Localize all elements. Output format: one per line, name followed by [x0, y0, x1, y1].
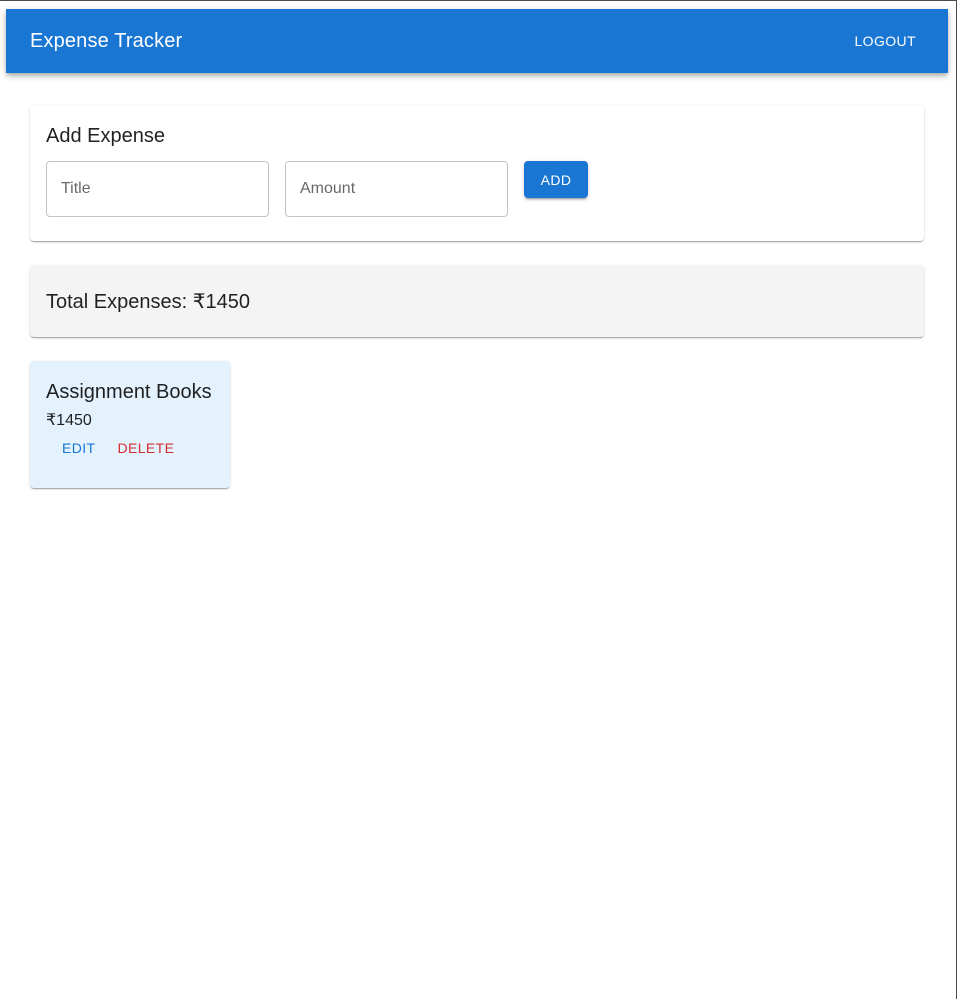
delete-button[interactable]: DELETE	[113, 436, 180, 460]
amount-field[interactable]	[285, 161, 508, 217]
app-title: Expense Tracker	[30, 29, 183, 52]
expense-title: Assignment Books	[46, 381, 212, 403]
title-input[interactable]	[61, 180, 254, 198]
expense-actions: EDIT DELETE	[46, 436, 214, 460]
edit-button[interactable]: EDIT	[57, 436, 101, 460]
total-expenses-card: Total Expenses: ₹1450	[30, 265, 924, 337]
add-button[interactable]: ADD	[524, 161, 588, 198]
expense-amount: ₹1450	[46, 412, 92, 429]
add-expense-form: ADD	[46, 161, 908, 217]
expense-card: Assignment Books ₹1450 EDIT DELETE	[30, 361, 230, 488]
title-field[interactable]	[46, 161, 269, 217]
logout-button[interactable]: LOGOUT	[846, 27, 924, 55]
add-expense-card: Add Expense ADD	[30, 105, 924, 241]
app-bar: Expense Tracker LOGOUT	[6, 9, 948, 73]
add-expense-heading: Add Expense	[46, 125, 165, 147]
amount-input[interactable]	[300, 180, 493, 198]
total-expenses-text: Total Expenses: ₹1450	[46, 290, 250, 313]
